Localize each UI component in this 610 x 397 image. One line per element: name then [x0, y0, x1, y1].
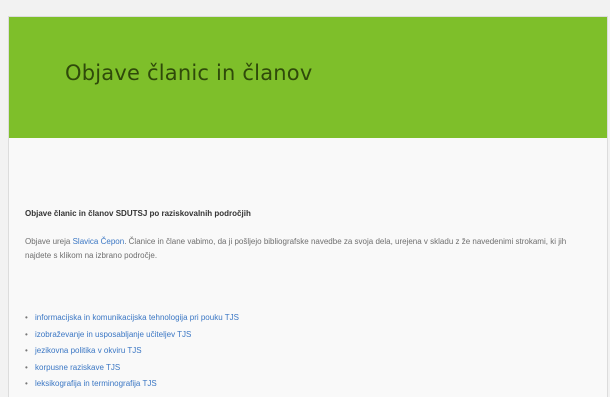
page-title: Objave članic in članov	[65, 61, 313, 85]
content-frame: Objave članic in članov Objave članic in…	[8, 16, 608, 397]
list-item: • informacijska in komunikacijska tehnol…	[25, 310, 239, 327]
list-item: • korpusne raziskave TJS	[25, 360, 239, 377]
main-content: Objave članic in članov SDUTSJ po razisk…	[9, 138, 607, 397]
page: Objave članic in članov Objave članic in…	[0, 0, 610, 397]
research-area-link[interactable]: jezikovna politika v okviru TJS	[35, 346, 142, 355]
research-area-link[interactable]: izobraževanje in usposabljanje učiteljev…	[35, 330, 191, 339]
bullet-icon: •	[25, 379, 28, 388]
list-item: • jezikovna politika v okviru TJS	[25, 343, 239, 360]
research-area-link[interactable]: informacijska in komunikacijska tehnolog…	[35, 313, 239, 322]
bullet-icon: •	[25, 346, 28, 355]
page-header-banner: Objave članic in članov	[9, 17, 607, 138]
bullet-icon: •	[25, 362, 28, 372]
research-area-list: • informacijska in komunikacijska tehnol…	[25, 310, 239, 393]
intro-text-start: Objave ureja	[25, 237, 73, 246]
research-area-link[interactable]: leksikografija in terminografija TJS	[35, 379, 157, 388]
bullet-icon: •	[25, 329, 28, 339]
editor-link[interactable]: Slavica Čepon	[73, 237, 125, 246]
research-area-link[interactable]: korpusne raziskave TJS	[35, 363, 120, 372]
intro-paragraph: Objave ureja Slavica Čepon. Članice in č…	[25, 235, 581, 263]
section-heading: Objave članic in članov SDUTSJ po razisk…	[25, 209, 251, 218]
list-item: • leksikografija in terminografija TJS	[25, 376, 239, 393]
bullet-icon: •	[25, 313, 28, 322]
list-item: • izobraževanje in usposabljanje učitelj…	[25, 327, 239, 344]
